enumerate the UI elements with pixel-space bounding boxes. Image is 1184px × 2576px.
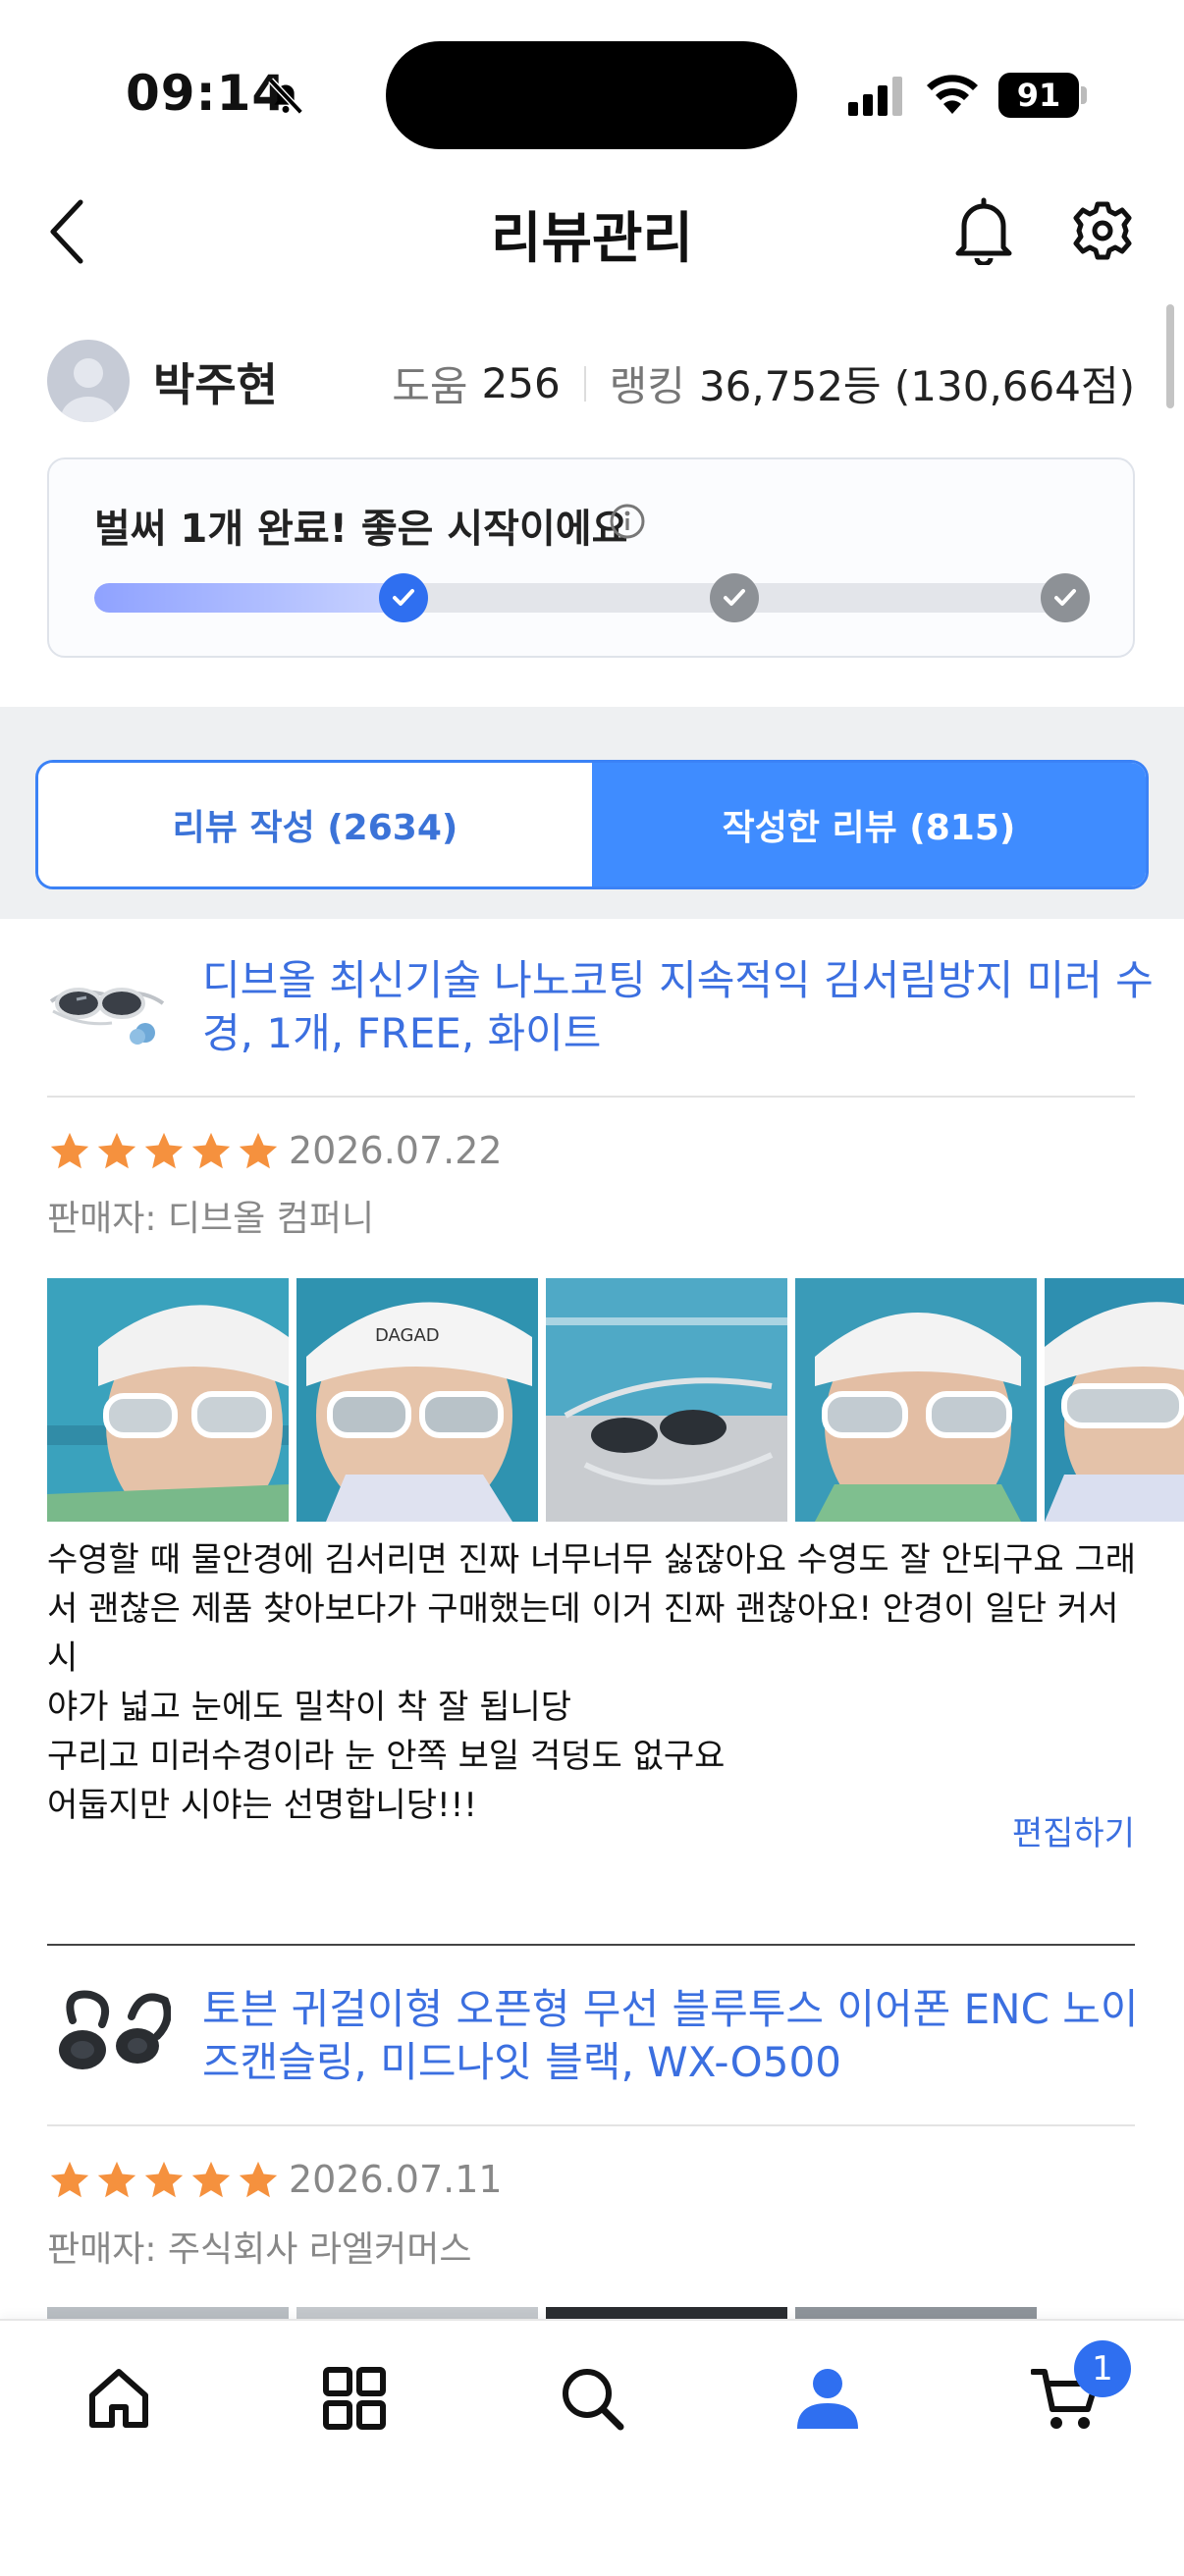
progress-step-3-check-icon [1041,573,1090,622]
review-date: 2026.07.11 [289,2158,503,2201]
bell-muted-icon [268,78,303,115]
rating-stars [47,2158,283,2203]
star-icon [97,1132,136,1169]
edit-review-link[interactable]: 편집하기 [1012,1806,1135,1854]
settings-gear-icon[interactable] [1070,196,1135,265]
seller-name: 판매자: 디브올 컴퍼니 [47,1199,375,1239]
scroll-indicator[interactable] [1166,304,1174,408]
review-separator [47,1944,1135,1946]
star-icon [50,1132,89,1169]
wifi-icon [927,75,978,114]
profile-icon[interactable] [793,2364,862,2433]
review-body-line: 야가 넓고 눈에도 밀착이 착 잘 됩니당 [47,1688,572,1727]
seller-name: 판매자: 주식회사 라엘커머스 [47,2229,472,2270]
product-thumbnail-goggles[interactable] [43,952,171,1060]
search-icon[interactable] [558,2364,626,2433]
review-body-line: 구리고 미러수경이라 눈 안쪽 보일 걱덩도 없구요 [47,1737,726,1776]
rating-stars [47,1129,283,1174]
review-photo-3[interactable] [546,1278,787,1522]
star-icon [50,2161,89,2198]
progress-fill [94,583,400,613]
battery-indicator: 91 [998,73,1079,118]
notification-bell-icon[interactable] [952,196,1015,265]
progress-track [94,583,1088,613]
review-body-line: 서 괜찮은 제품 찾아보다가 구매했는데 이거 진짜 괜찮아요! 안경이 일단 … [47,1589,1119,1678]
home-icon[interactable] [84,2364,153,2433]
progress-step-2-check-icon [710,573,759,622]
avatar[interactable] [47,340,130,422]
divider [47,1096,1135,1098]
review-body-line: 어둡지만 시야는 선명합니당!!! [47,1786,477,1825]
star-icon [239,2161,278,2198]
star-icon [239,1132,278,1169]
review-body: 수영할 때 물안경에 김서리면 진짜 너무너무 싫잖아요 수영도 잘 안되구요 … [47,1535,1147,1830]
review-photo-4[interactable] [795,1278,1037,1522]
star-icon [144,2161,184,2198]
bottom-nav [0,2319,1184,2576]
tab-write-review[interactable]: 리뷰 작성 (2634) [38,763,592,886]
cellular-signal-icon [848,77,902,116]
cart-badge: 1 [1074,2340,1131,2397]
battery-tip [1081,86,1087,104]
review-date: 2026.07.22 [289,1129,503,1172]
avatar-silhouette-icon [61,358,116,422]
progress-card [47,457,1135,658]
product-title[interactable]: 토븐 귀걸이형 오픈형 무선 블루투스 이어폰 ENC 노이즈캔슬링, 미드나잇… [202,1983,1164,2089]
review-body-line: 수영할 때 물안경에 김서리면 진짜 너무너무 싫잖아요 수영도 잘 안되구요 … [47,1540,1137,1580]
rank-value: 36,752등 (130,664점) [698,362,1135,410]
product-thumbnail-earbuds[interactable] [43,1981,171,2089]
star-icon [191,1132,231,1169]
review-photo-5[interactable] [1045,1278,1184,1522]
divider [47,2124,1135,2126]
svg-text:DAGAD: DAGAD [375,1325,440,1346]
progress-message: 벌써 1개 완료! 좋은 시작이에요 [94,507,628,552]
tab-written-reviews[interactable]: 작성한 리뷰 (815) [592,763,1146,886]
star-icon [97,2161,136,2198]
star-icon [191,2161,231,2198]
review-photo-2[interactable]: DAGAD [296,1278,538,1522]
progress-step-1-check-icon [379,573,428,622]
category-grid-icon[interactable] [320,2364,389,2433]
product-title[interactable]: 디브올 최신기술 나노코팅 지속적익 김서림방지 미러 수경, 1개, FREE… [202,954,1164,1060]
help-label: 도움 [392,362,468,410]
star-icon [144,1132,184,1169]
help-count: 256 [481,359,561,407]
username: 박주현 [153,358,278,411]
dynamic-island [386,41,797,149]
profile-stats: 도움 256 랭킹 36,752등 (130,664점) [392,353,1135,413]
info-icon[interactable] [609,503,646,540]
rank-label: 랭킹 [609,362,685,410]
stats-divider [583,365,586,402]
review-photos[interactable]: DAGAD [47,1278,1184,1522]
review-tabs: 리뷰 작성 (2634) 작성한 리뷰 (815) [35,760,1149,889]
review-photo-1[interactable] [47,1278,289,1522]
